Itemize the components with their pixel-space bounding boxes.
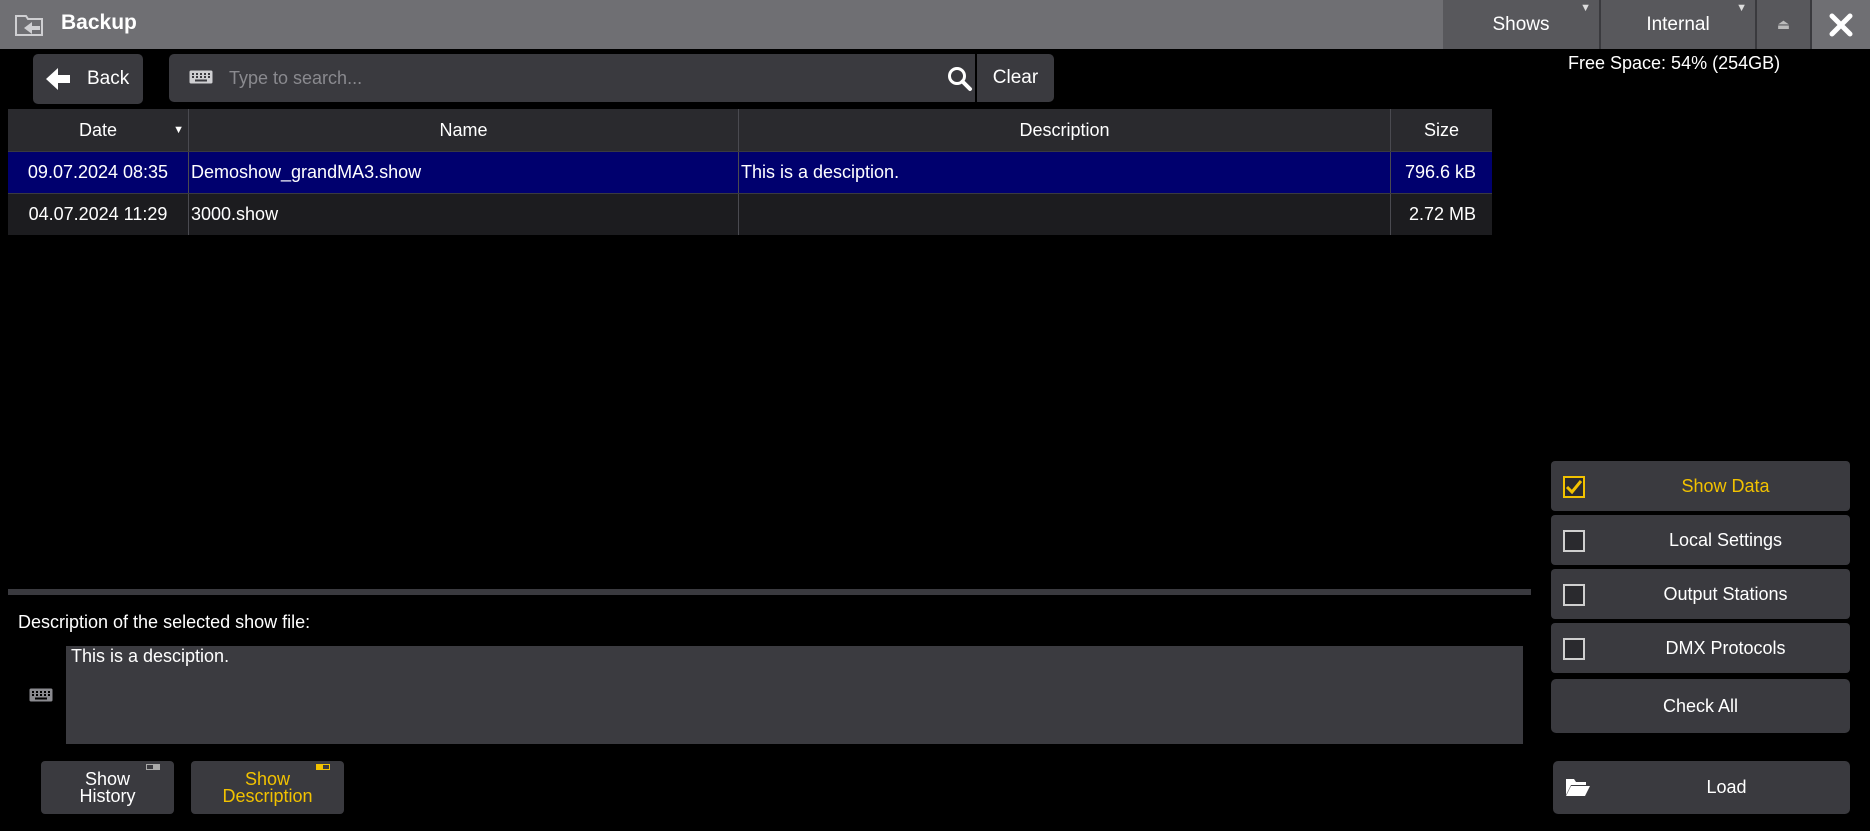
description-text: This is a desciption. [71,646,230,666]
option-local-settings[interactable]: Local Settings [1551,515,1850,565]
arrow-left-icon [46,68,70,90]
column-header-description[interactable]: Description [739,109,1391,151]
sort-descending-icon: ▼ [173,124,184,136]
cell-name: 3000.show [189,194,739,235]
window-title: Backup [61,11,137,34]
column-header-name[interactable]: Name [189,109,739,151]
eject-icon: ⏏ [1776,16,1791,32]
show-description-button[interactable]: Show Description [191,761,344,814]
column-header-date[interactable]: Date ▼ [8,109,189,151]
checkbox[interactable] [1563,476,1585,498]
check-all-button[interactable]: Check All [1551,679,1850,733]
folder-backup-icon [15,15,43,36]
table-row[interactable]: 09.07.2024 08:35 Demoshow_grandMA3.show … [8,151,1492,193]
table-row[interactable]: 04.07.2024 11:29 3000.show 2.72 MB [8,193,1492,235]
cell-description [739,194,1391,235]
cell-description: This is a desciption. [739,152,1391,193]
dropdown-indicator-icon: ▼ [1736,2,1747,14]
checkmark-icon [1565,480,1583,495]
keyboard-icon[interactable] [29,688,53,702]
dropdown-indicator-icon: ▼ [1580,2,1591,14]
keyboard-icon[interactable] [189,70,213,84]
cell-date: 09.07.2024 08:35 [8,152,189,193]
close-icon [1829,13,1853,36]
back-label: Back [87,68,130,89]
column-header-size[interactable]: Size [1391,109,1492,151]
toggle-indicator-icon [316,764,330,770]
eject-button[interactable]: ⏏ [1757,0,1810,49]
clear-button[interactable]: Clear [977,54,1054,102]
checkbox[interactable] [1563,584,1585,606]
checkbox[interactable] [1563,638,1585,660]
option-show-data[interactable]: Show Data [1551,461,1850,511]
option-output-stations[interactable]: Output Stations [1551,569,1850,619]
toggle-indicator-icon [146,764,160,770]
load-button[interactable]: Load [1553,761,1850,814]
storage-label: Internal [1646,13,1710,35]
shows-button[interactable]: Shows ▼ [1443,0,1599,49]
cell-size: 796.6 kB [1404,162,1476,182]
search-input[interactable] [229,63,909,93]
cell-size: 2.72 MB [1408,204,1476,224]
option-dmx-protocols[interactable]: DMX Protocols [1551,623,1850,673]
close-button[interactable] [1812,0,1870,49]
show-file-table: Date ▼ Name Description Size 09.07.2024 … [8,109,1492,235]
back-button[interactable]: Back [33,54,143,104]
shows-label: Shows [1492,13,1550,35]
folder-open-icon [1566,779,1590,796]
checkbox[interactable] [1563,530,1585,552]
storage-button[interactable]: Internal ▼ [1601,0,1755,49]
description-textarea[interactable]: This is a desciption. [66,646,1523,744]
search-bar [169,54,975,102]
search-icon[interactable] [947,66,973,92]
resize-divider[interactable] [8,589,1531,595]
cell-name: Demoshow_grandMA3.show [189,152,739,193]
description-label: Description of the selected show file: [18,612,311,632]
table-header: Date ▼ Name Description Size [8,109,1492,151]
show-history-button[interactable]: Show History [41,761,174,814]
cell-date: 04.07.2024 11:29 [8,194,189,235]
free-space-label: Free Space: 54% (254GB) [1568,53,1781,73]
